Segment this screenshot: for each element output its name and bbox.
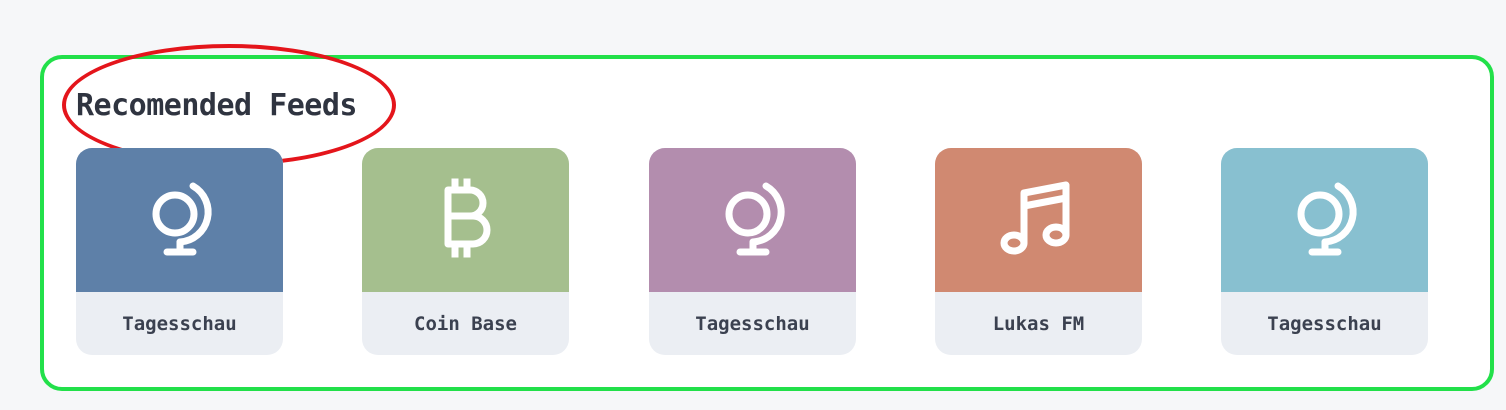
feed-card-coin-base[interactable]: Coin Base [362, 148, 569, 355]
feed-label: Lukas FM [992, 312, 1085, 335]
feed-label: Tagesschau [122, 312, 237, 335]
feed-card-tagesschau[interactable]: Tagesschau [76, 148, 283, 355]
section-title: Recomended Feeds [76, 88, 357, 123]
bitcoin-icon [426, 178, 506, 262]
feed-card-tagesschau[interactable]: Tagesschau [1221, 148, 1428, 355]
feed-card-tagesschau[interactable]: Tagesschau [649, 148, 856, 355]
feed-icon-area [362, 148, 569, 292]
feed-icon-area [935, 148, 1142, 292]
feed-label: Coin Base [414, 312, 517, 335]
feed-icon-area [76, 148, 283, 292]
feed-card-lukas-fm[interactable]: Lukas FM [935, 148, 1142, 355]
globe-icon [140, 180, 220, 260]
feed-icon-area [1221, 148, 1428, 292]
globe-icon [1285, 180, 1365, 260]
feed-icon-area [649, 148, 856, 292]
feed-label: Tagesschau [1267, 312, 1382, 335]
feed-label: Tagesschau [695, 312, 810, 335]
music-note-icon [994, 175, 1084, 265]
globe-icon [713, 180, 793, 260]
